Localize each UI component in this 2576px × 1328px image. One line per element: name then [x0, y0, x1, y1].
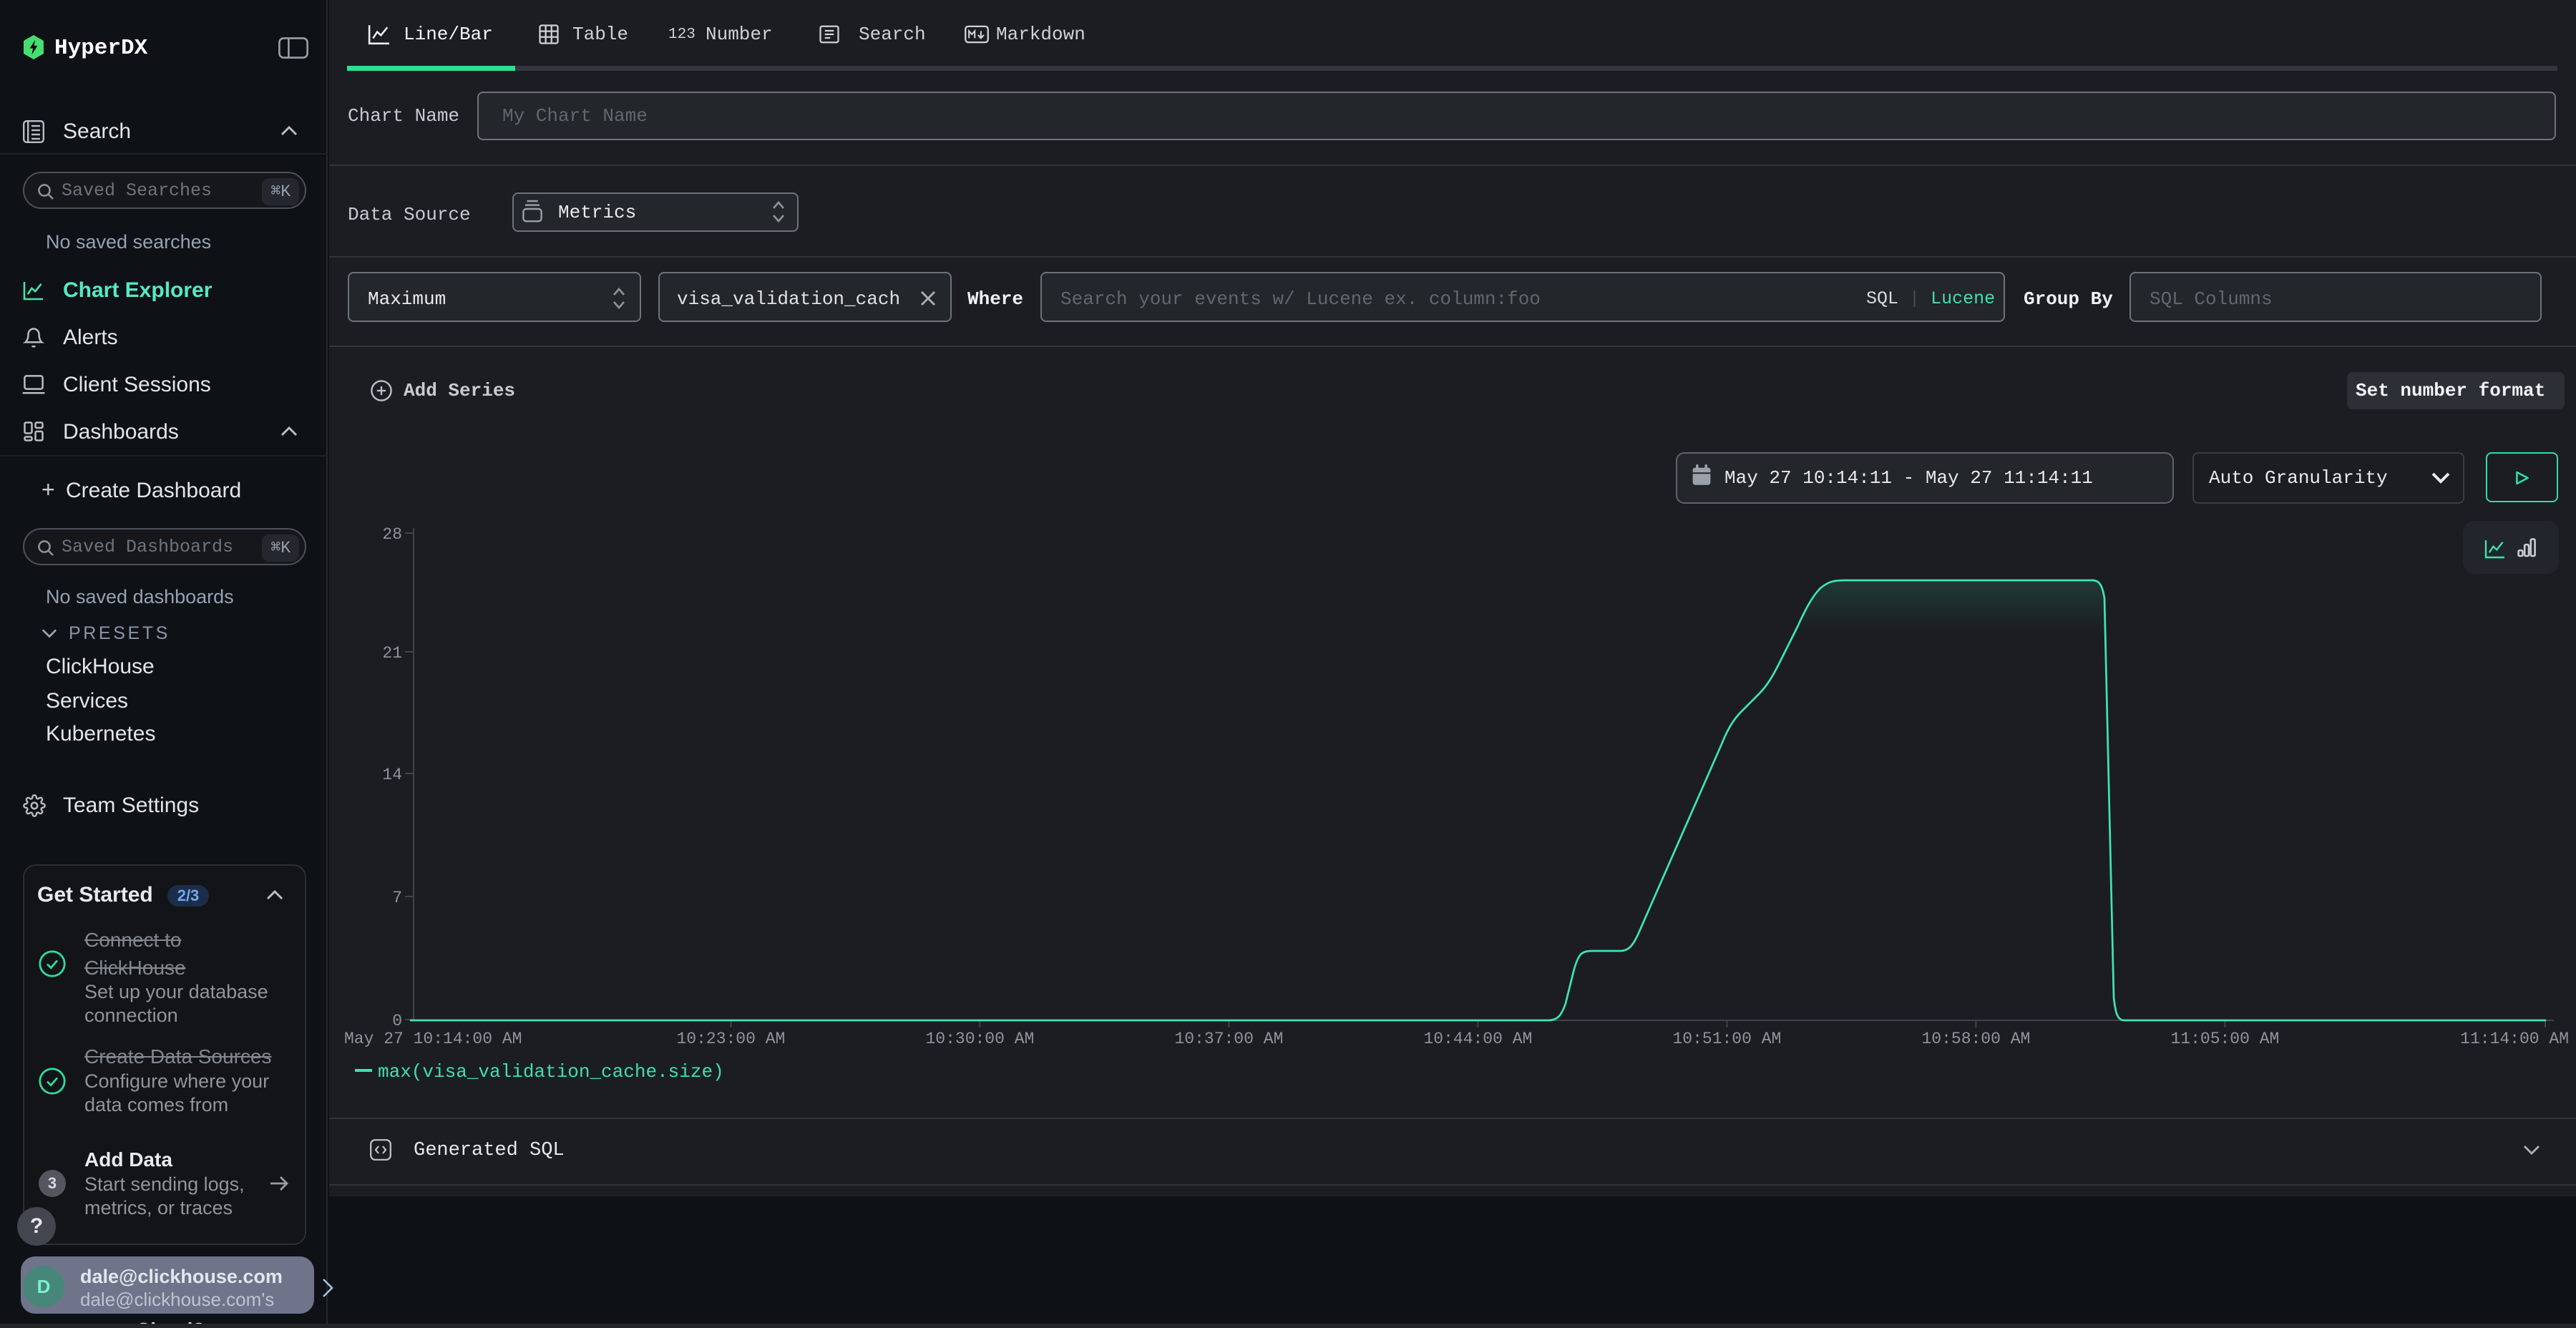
svg-text:7: 7	[392, 889, 402, 907]
svg-text:10:30:00 AM: 10:30:00 AM	[925, 1030, 1034, 1048]
svg-text:10:23:00 AM: 10:23:00 AM	[676, 1030, 785, 1048]
svg-text:28: 28	[382, 525, 402, 544]
svg-text:10:37:00 AM: 10:37:00 AM	[1174, 1030, 1283, 1048]
svg-text:11:05:00 AM: 11:05:00 AM	[2170, 1030, 2279, 1048]
svg-text:10:44:00 AM: 10:44:00 AM	[1423, 1030, 1532, 1048]
svg-text:21: 21	[382, 644, 402, 663]
svg-text:May 27 10:14:00 AM: May 27 10:14:00 AM	[344, 1030, 522, 1048]
svg-text:10:58:00 AM: 10:58:00 AM	[1921, 1030, 2030, 1048]
svg-text:0: 0	[392, 1012, 402, 1030]
svg-text:14: 14	[382, 766, 402, 784]
svg-text:11:14:00 AM: 11:14:00 AM	[2460, 1030, 2569, 1048]
svg-text:10:51:00 AM: 10:51:00 AM	[1672, 1030, 1781, 1048]
